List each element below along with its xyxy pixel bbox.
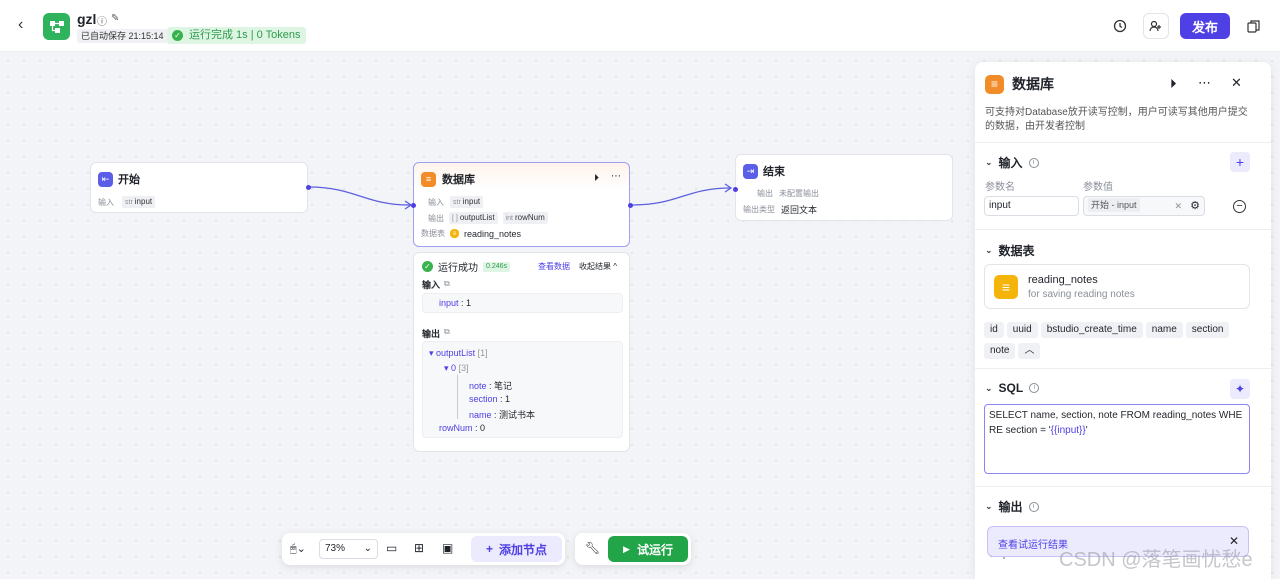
db-output-chip-list: [ ] outputList: [449, 212, 498, 224]
add-param-button[interactable]: +: [1230, 152, 1250, 172]
table-card-icon: ≡: [994, 275, 1018, 299]
view-data-link[interactable]: 查看数据: [538, 261, 570, 272]
end-output-value: 未配置输出: [779, 189, 819, 198]
more-icon[interactable]: ⋯: [611, 171, 621, 182]
panel-title: 数据库: [1012, 76, 1054, 92]
output-info-icon: i: [1028, 501, 1039, 512]
end-input-port[interactable]: [733, 187, 738, 192]
expand-caret-icon-2[interactable]: ▾: [444, 363, 449, 373]
comment-icon[interactable]: ▭: [386, 541, 397, 555]
column-tag: note: [984, 343, 1016, 359]
column-tag: bstudio_create_time: [1040, 322, 1143, 338]
plus-icon: +: [485, 542, 493, 556]
canvas-toolbar: 🖱︎⌄ 73% ⌄ ▭ ⊞ ▣ + 添加节点: [282, 533, 565, 565]
minimap-icon[interactable]: ▣: [442, 541, 453, 555]
run-icon[interactable]: ⏵: [594, 173, 599, 184]
db-input-chip: str input: [450, 196, 484, 208]
chevron-down-icon: ⌄: [985, 157, 993, 167]
database-node[interactable]: ≡ 数据库 ⏵ ⋯ 输入 str input 输出 [ ] outputList i…: [411, 162, 633, 247]
sql-section-header[interactable]: ⌄ SQL i: [985, 381, 1040, 395]
panel-run-icon[interactable]: ⏵: [1170, 76, 1177, 92]
input-info-icon: i: [1028, 157, 1039, 168]
chevron-down-icon: ⌄: [363, 543, 372, 554]
result-output-box: ▾ outputList [1] ▾ 0 [3] note : 笔记 secti…: [422, 341, 623, 438]
db-output-chip-rownum: int rowNum: [502, 212, 548, 224]
run-result-panel: ✓ 运行成功 0.246s 查看数据 收起结果 ^ 输入 ⧉ input : 1…: [413, 252, 630, 452]
test-run-button[interactable]: ▶ 试运行: [608, 536, 688, 562]
collapse-results-link[interactable]: 收起结果 ^: [579, 261, 617, 272]
db-input-port[interactable]: [411, 203, 416, 208]
panel-description: 可支持对Database放开读写控制，用户可读写其他用户提交的数据，由开发者控制: [985, 107, 1248, 132]
table-card[interactable]: ≡ reading_notes for saving reading notes: [984, 264, 1250, 309]
watermark-text: CSDN @落笔画忧愁e: [1059, 549, 1253, 571]
column-tag: section: [1185, 322, 1230, 338]
success-icon: ✓: [422, 261, 433, 272]
start-node-title: 开始: [118, 174, 140, 186]
result-output-heading: 输出: [422, 329, 441, 339]
zoom-select[interactable]: 73% ⌄: [319, 539, 378, 559]
db-table-label: 数据表: [421, 229, 445, 238]
start-input-label: 输入: [98, 197, 114, 207]
start-input-chip: str input: [122, 196, 156, 208]
end-output-type: 返回文本: [781, 205, 818, 215]
settings-gear-icon[interactable]: ⚙: [1190, 197, 1200, 215]
result-status: 运行成功: [438, 263, 478, 274]
end-output-label: 输出: [757, 189, 773, 198]
table-section-header[interactable]: ⌄ 数据表: [985, 242, 1035, 259]
grid-layout-icon[interactable]: ⊞: [414, 541, 424, 555]
panel-database-icon: ≡: [985, 74, 1004, 94]
end-output-type-label: 输出类型: [743, 205, 775, 214]
result-input-heading: 输入: [422, 280, 441, 290]
sql-info-icon: i: [1029, 383, 1040, 393]
result-time: 0.246s: [483, 261, 511, 272]
db-node-title: 数据库: [442, 174, 475, 186]
input-section-header[interactable]: ⌄ 输入 i: [985, 154, 1039, 171]
chevron-down-icon: ⌄: [985, 382, 993, 393]
panel-close-icon[interactable]: ✕: [1231, 75, 1242, 91]
table-card-name: reading_notes: [1028, 274, 1098, 286]
db-table-name: reading_notes: [464, 228, 522, 239]
add-node-button[interactable]: + 添加节点: [471, 536, 562, 562]
end-node[interactable]: ⇥ 结束 输出 未配置输出 输出类型 返回文本: [733, 154, 953, 221]
param-name-input[interactable]: input: [984, 196, 1079, 216]
remove-param-icon[interactable]: −: [1233, 200, 1246, 213]
end-icon: ⇥: [743, 163, 758, 179]
db-input-label: 输入: [428, 197, 444, 207]
chevron-down-icon: ⌄: [985, 501, 993, 511]
database-icon: ≡: [421, 171, 436, 187]
mouse-icon[interactable]: 🖱︎⌄: [290, 542, 306, 556]
column-tag: uuid: [1006, 322, 1038, 338]
column-tag: id: [984, 322, 1004, 338]
start-icon: ⇤: [98, 171, 113, 187]
column-tags: id uuid bstudio_create_time name section note…: [984, 321, 1244, 363]
copy-input-icon[interactable]: ⧉: [444, 279, 450, 289]
wrench-icon[interactable]: 🔧︎: [585, 541, 600, 555]
start-output-port[interactable]: [306, 185, 311, 190]
table-icon: ≡: [450, 229, 459, 238]
start-node[interactable]: ⇤ 开始 输入 str input: [90, 162, 311, 213]
chevron-down-icon: ⌄: [985, 245, 993, 255]
collapse-tags-button[interactable]: ︿: [1018, 343, 1041, 359]
edge-db-end: [630, 187, 732, 206]
sql-editor[interactable]: SELECT name, section, note FROM reading_…: [984, 404, 1250, 474]
ai-sql-wand-icon[interactable]: ✦: [1230, 379, 1250, 399]
end-node-title: 结束: [763, 166, 785, 178]
database-config-panel: ≡ 数据库 ⏵ ⋯ ✕ 可支持对Database放开读写控制，用户可读写其他用户…: [975, 62, 1271, 579]
expand-caret-icon[interactable]: ▾: [429, 348, 434, 358]
output-section-header[interactable]: ⌄ 输出 i: [985, 498, 1039, 515]
param-value-header: 参数值: [1083, 182, 1113, 193]
clear-icon[interactable]: ✕: [1174, 197, 1182, 215]
run-toolbar: 🔧︎ ▶ 试运行: [575, 533, 691, 565]
db-output-label: 输出: [428, 213, 444, 223]
table-card-desc: for saving reading notes: [1028, 289, 1135, 300]
result-input-box: input : 1: [422, 293, 623, 313]
param-name-header: 参数名: [985, 182, 1015, 193]
panel-more-icon[interactable]: ⋯: [1198, 75, 1211, 91]
column-tag: name: [1145, 322, 1183, 338]
db-output-port[interactable]: [628, 203, 633, 208]
param-value-select[interactable]: 开始 - input ✕ ⚙: [1083, 196, 1205, 216]
copy-output-icon[interactable]: ⧉: [444, 327, 450, 337]
edge-start-db: [308, 186, 411, 206]
play-icon: ▶: [623, 543, 630, 554]
